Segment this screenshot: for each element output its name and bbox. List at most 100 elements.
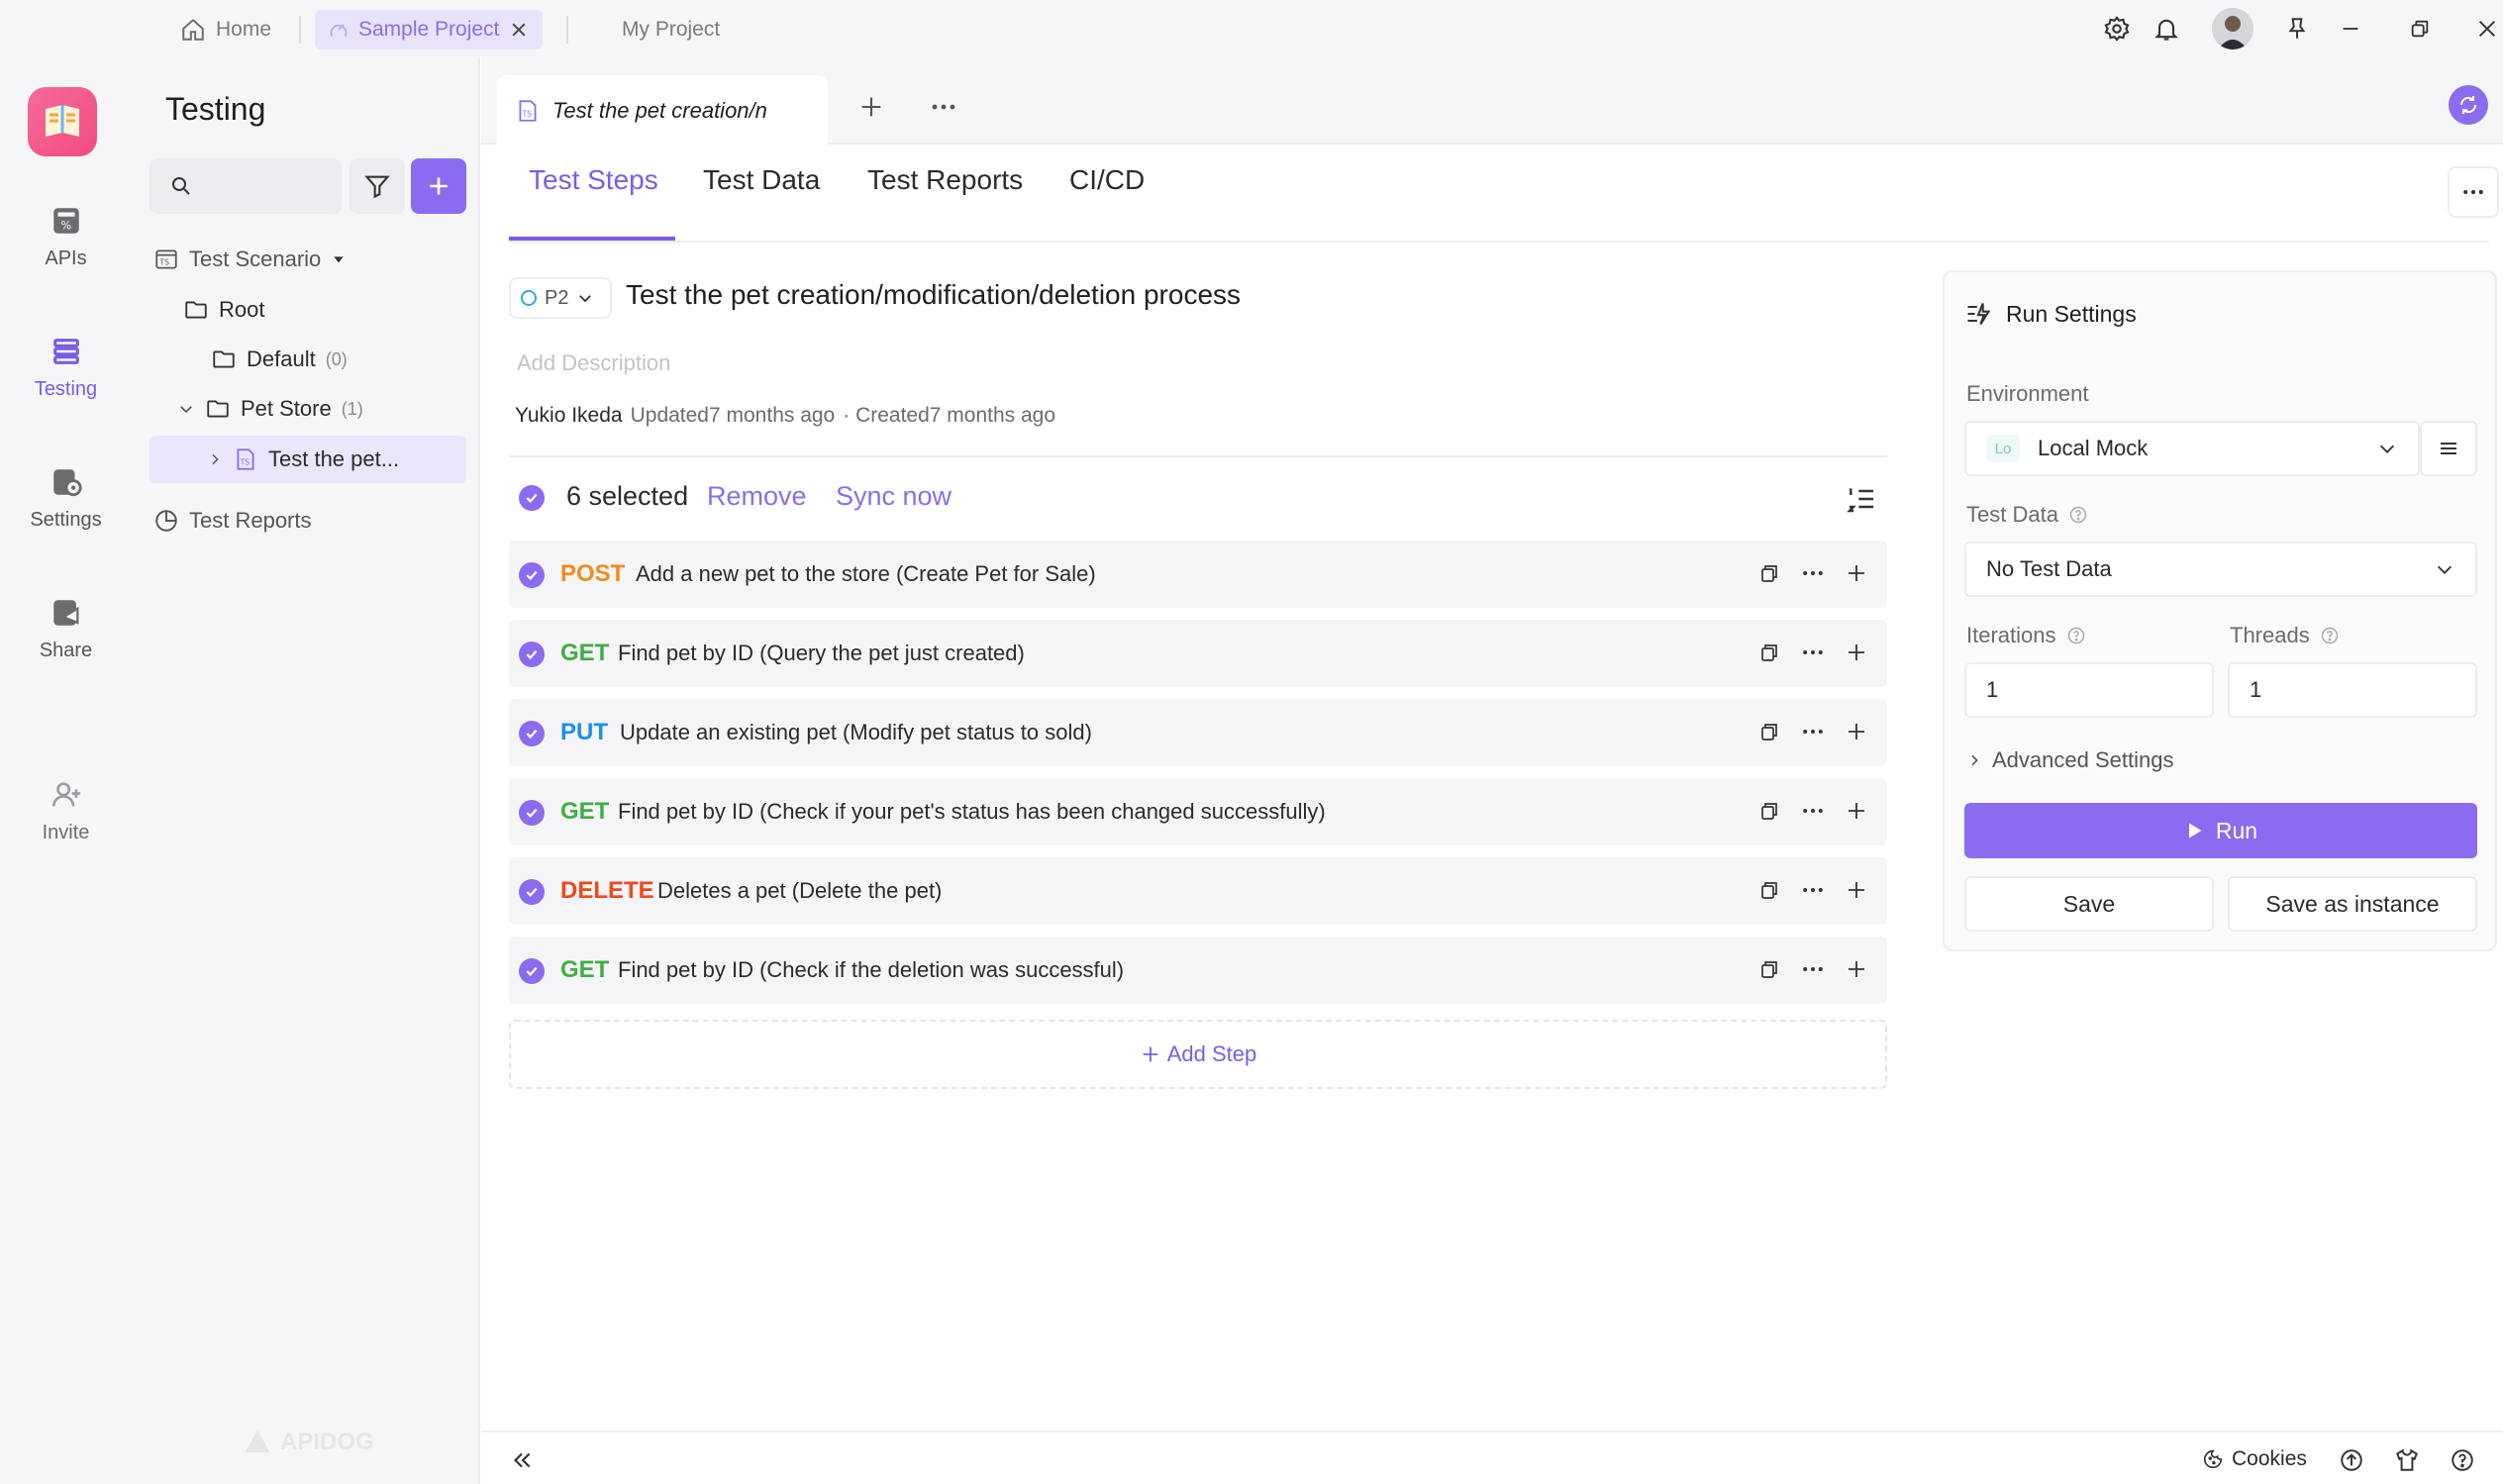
checkbox[interactable] xyxy=(519,721,545,746)
more-icon[interactable] xyxy=(1798,954,1828,984)
gear-icon[interactable] xyxy=(2099,11,2135,47)
search-input[interactable] xyxy=(150,158,342,214)
pie-chart-icon xyxy=(153,508,179,534)
help-icon[interactable] xyxy=(2450,1447,2475,1473)
step-row[interactable]: GET Find pet by ID (Check if the deletio… xyxy=(509,937,1887,1004)
tab-test-reports[interactable]: Test Reports xyxy=(867,164,1023,214)
tab-test-steps[interactable]: Test Steps xyxy=(529,164,658,214)
tree-item-test-scenario[interactable]: TS Test Scenario xyxy=(153,237,347,282)
plus-icon[interactable] xyxy=(1842,638,1871,667)
file-tab[interactable]: TS Test the pet creation/n xyxy=(497,75,828,147)
plus-icon[interactable] xyxy=(1842,796,1871,826)
advanced-settings-toggle[interactable]: Advanced Settings xyxy=(1966,747,2173,773)
more-icon[interactable] xyxy=(1798,638,1828,667)
tab-home[interactable]: Home xyxy=(166,10,285,49)
priority-select[interactable]: P2 xyxy=(509,277,612,319)
iterations-input[interactable]: 1 xyxy=(1964,662,2214,718)
copy-icon[interactable] xyxy=(1754,717,1784,746)
tab-test-data[interactable]: Test Data xyxy=(703,164,820,214)
method-badge: DELETE xyxy=(560,877,654,904)
test-data-select[interactable]: No Test Data xyxy=(1964,542,2477,597)
method-badge: GET xyxy=(560,640,610,666)
more-icon[interactable] xyxy=(1798,717,1828,746)
rail-item-invite[interactable]: Invite xyxy=(0,778,132,844)
page-more-button[interactable] xyxy=(2448,166,2499,218)
copy-icon[interactable] xyxy=(1754,875,1784,905)
threads-input[interactable]: 1 xyxy=(2228,662,2477,718)
more-icon[interactable] xyxy=(929,93,958,121)
sync-status-icon[interactable] xyxy=(2449,85,2488,125)
step-row[interactable]: POST Add a new pet to the store (Create … xyxy=(509,541,1887,608)
rail-item-share[interactable]: Share xyxy=(0,596,132,662)
step-row[interactable]: GET Find pet by ID (Query the pet just c… xyxy=(509,620,1887,687)
step-name: Find pet by ID (Check if your pet's stat… xyxy=(618,799,1326,824)
plus-icon[interactable] xyxy=(1842,558,1871,588)
test-case-title[interactable]: Test the pet creation/modification/delet… xyxy=(626,279,1241,311)
filter-button[interactable] xyxy=(350,158,405,214)
add-button[interactable] xyxy=(411,158,466,214)
plus-icon[interactable] xyxy=(1842,717,1871,746)
step-actions xyxy=(1754,717,1871,746)
upload-icon[interactable] xyxy=(2339,1447,2364,1473)
checkbox[interactable] xyxy=(519,642,545,667)
copy-icon[interactable] xyxy=(1754,558,1784,588)
tree-item-root[interactable]: Root xyxy=(183,287,264,333)
more-icon[interactable] xyxy=(1798,875,1828,905)
copy-icon[interactable] xyxy=(1754,954,1784,984)
avatar[interactable] xyxy=(2212,8,2253,49)
checkbox[interactable] xyxy=(519,958,545,984)
step-name: Find pet by ID (Check if the deletion wa… xyxy=(618,957,1125,982)
chevron-down-icon[interactable] xyxy=(177,400,195,418)
checkbox[interactable] xyxy=(519,879,545,905)
shirt-icon[interactable] xyxy=(2394,1447,2420,1473)
step-row[interactable]: PUT Update an existing pet (Modify pet s… xyxy=(509,699,1887,766)
select-all-checkbox[interactable] xyxy=(519,485,545,511)
caret-down-icon[interactable] xyxy=(331,251,347,267)
environment-manage-button[interactable] xyxy=(2420,421,2477,476)
bell-icon[interactable] xyxy=(2149,11,2184,47)
help-icon[interactable] xyxy=(2320,626,2340,645)
new-tab-icon[interactable] xyxy=(857,93,885,121)
minimize-icon[interactable] xyxy=(2333,11,2368,47)
environment-select[interactable]: Lo Local Mock xyxy=(1964,421,2420,476)
help-icon[interactable] xyxy=(2068,505,2088,525)
save-button[interactable]: Save xyxy=(1964,876,2214,932)
tab-sample-project[interactable]: Sample Project xyxy=(315,10,544,49)
close-icon[interactable] xyxy=(509,20,529,40)
copy-icon[interactable] xyxy=(1754,796,1784,826)
tab-ci-cd[interactable]: CI/CD xyxy=(1069,164,1145,214)
more-icon[interactable] xyxy=(1798,796,1828,826)
help-icon[interactable] xyxy=(2066,626,2086,645)
save-as-instance-button[interactable]: Save as instance xyxy=(2228,876,2477,932)
plus-icon[interactable] xyxy=(1842,875,1871,905)
pin-icon[interactable] xyxy=(2279,11,2315,47)
list-order-icon[interactable] xyxy=(1846,483,1877,515)
restore-icon[interactable] xyxy=(2402,11,2438,47)
tree-item-test-reports[interactable]: Test Reports xyxy=(153,498,312,544)
rail-item-testing[interactable]: Testing xyxy=(0,335,132,401)
tree-item-pet-store[interactable]: Pet Store (1) xyxy=(177,386,363,432)
step-row[interactable]: DELETE Deletes a pet (Delete the pet) xyxy=(509,857,1887,925)
more-icon[interactable] xyxy=(1798,558,1828,588)
collapse-sidebar-icon[interactable] xyxy=(509,1447,535,1473)
close-window-icon[interactable] xyxy=(2469,11,2503,47)
checkbox[interactable] xyxy=(519,562,545,588)
plus-icon[interactable] xyxy=(1842,954,1871,984)
rail-item-settings[interactable]: Settings xyxy=(0,465,132,532)
run-button[interactable]: Run xyxy=(1964,803,2477,858)
cookies-label: Cookies xyxy=(2232,1447,2307,1470)
tree-item-test-case[interactable]: TS Test the pet... xyxy=(207,437,399,482)
chevron-right-icon[interactable] xyxy=(207,451,223,467)
cookies-button[interactable]: Cookies xyxy=(2202,1447,2307,1471)
add-step-button[interactable]: Add Step xyxy=(509,1020,1887,1089)
rail-item-apis[interactable]: % APIs xyxy=(0,204,132,270)
tab-my-project[interactable]: My Project xyxy=(608,10,734,49)
remove-button[interactable]: Remove xyxy=(707,481,807,512)
checkbox[interactable] xyxy=(519,800,545,826)
step-row[interactable]: GET Find pet by ID (Check if your pet's … xyxy=(509,778,1887,845)
cookie-icon xyxy=(2202,1448,2224,1470)
copy-icon[interactable] xyxy=(1754,638,1784,667)
description-input[interactable]: Add Description xyxy=(517,350,670,376)
tree-item-default[interactable]: Default (0) xyxy=(211,337,348,382)
sync-now-button[interactable]: Sync now xyxy=(836,481,951,512)
